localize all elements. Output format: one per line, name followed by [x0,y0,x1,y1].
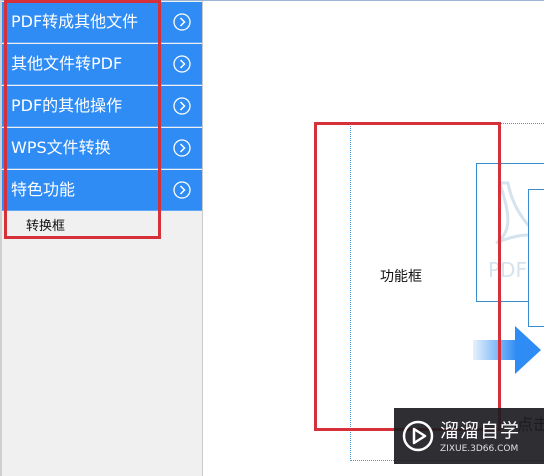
watermark-url: ZIXUE.3D66.COM [440,444,519,454]
chevron-right-circle-icon [173,55,191,73]
sidebar-subitem-convert-box[interactable]: 转换框 [26,218,65,236]
sidebar-item-label: 特色功能 [11,180,76,199]
sidebar-item-pdf-other-ops[interactable]: PDF的其他操作 [2,86,202,127]
sidebar-item-pdf-to-other[interactable]: PDF转成其他文件 [2,2,202,43]
watermark-brand: 溜溜自学 [440,420,521,442]
play-logo-icon [402,420,434,452]
function-box-label: 功能框 [380,269,422,285]
pdf-card-text: PDF [488,258,527,282]
target-preview-card [528,189,544,327]
sidebar-item-special-features[interactable]: 特色功能 [2,170,202,211]
site-watermark: 溜溜自学 ZIXUE.3D66.COM [394,408,544,464]
chevron-right-circle-icon [173,13,191,31]
chevron-right-circle-icon [173,139,191,157]
arrow-right-icon [473,326,541,374]
sidebar-item-label: PDF的其他操作 [11,96,123,115]
sidebar-item-label: 其他文件转PDF [11,54,123,73]
sidebar-item-label: PDF转成其他文件 [11,12,139,31]
sidebar-item-wps-convert[interactable]: WPS文件转换 [2,128,202,169]
sidebar-item-label: WPS文件转换 [11,138,111,157]
chevron-right-circle-icon [173,181,191,199]
sidebar-item-other-to-pdf[interactable]: 其他文件转PDF [2,44,202,85]
chevron-right-circle-icon [173,97,191,115]
